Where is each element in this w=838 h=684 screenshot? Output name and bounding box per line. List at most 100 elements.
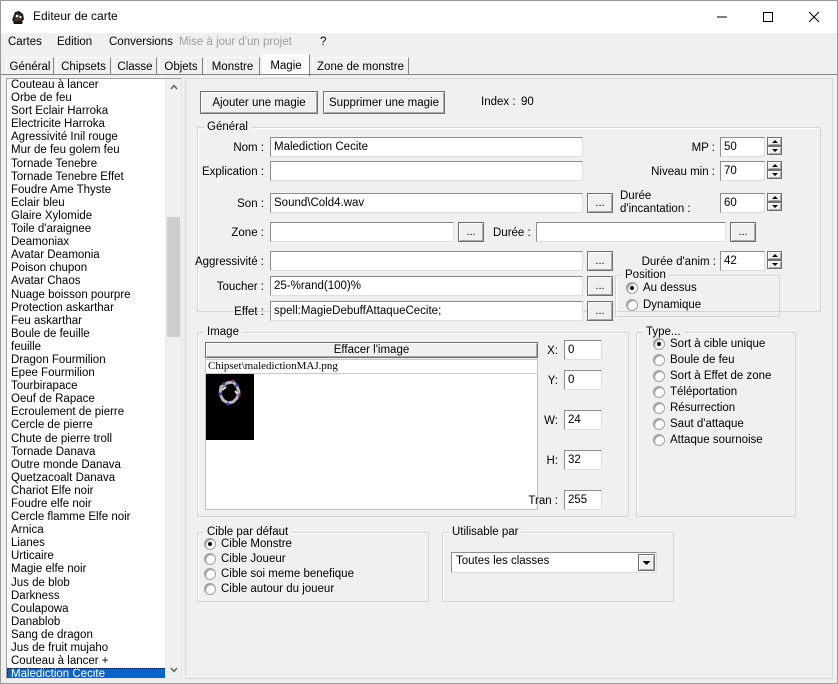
niveau-min-spin-down-icon[interactable] — [767, 170, 782, 179]
type-option-boule-de-feu[interactable]: Boule de feu — [653, 354, 735, 366]
clear-image-button[interactable]: Effacer l'image — [205, 342, 538, 358]
duree-input[interactable] — [536, 222, 726, 242]
image-x-input[interactable]: 0 — [564, 340, 602, 360]
niveau-min-input[interactable]: 70 — [720, 161, 765, 181]
duree-anim-spinner[interactable] — [767, 251, 782, 270]
effet-browse-button[interactable]: ... — [587, 301, 613, 321]
maximize-icon[interactable] — [745, 1, 791, 33]
menu-item-conversions[interactable]: Conversions — [109, 36, 173, 48]
niveau-min-spinner[interactable] — [767, 161, 782, 180]
mp-input[interactable]: 50 — [720, 137, 765, 157]
list-item[interactable]: Lianes — [7, 537, 167, 550]
spell-list-items[interactable]: Couteau à lancerOrbe de feuSort Eclair H… — [7, 79, 167, 678]
list-item[interactable]: Protection askarthar — [7, 302, 167, 315]
spell-listbox[interactable]: Couteau à lancerOrbe de feuSort Eclair H… — [6, 78, 182, 679]
minimize-icon[interactable] — [699, 1, 745, 33]
niveau-min-spin-up-icon[interactable] — [767, 161, 782, 170]
duree-incantation-spin-up-icon[interactable] — [767, 193, 782, 202]
list-item[interactable]: Chute de pierre troll — [7, 433, 167, 446]
list-item[interactable]: Avatar Chaos — [7, 275, 167, 288]
list-item[interactable]: Jus de blob — [7, 577, 167, 590]
list-item[interactable]: Dragon Fourmilion — [7, 354, 167, 367]
list-item[interactable]: Oeuf de Rapace — [7, 393, 167, 406]
list-item[interactable]: Mur de feu golem feu — [7, 144, 167, 157]
mp-spin-up-icon[interactable] — [767, 137, 782, 146]
list-item[interactable]: feuille — [7, 341, 167, 354]
list-item[interactable]: Epee Fourmilion — [7, 367, 167, 380]
cible-option-cible-soi-meme-benefique[interactable]: Cible soi meme benefique — [204, 568, 354, 580]
son-browse-button[interactable]: ... — [587, 193, 613, 213]
duree-anim-spin-down-icon[interactable] — [767, 260, 782, 269]
list-item[interactable]: Arnica — [7, 524, 167, 537]
type-option-saut-d-attaque[interactable]: Saut d'attaque — [653, 418, 744, 430]
tab-zone-de-monstre[interactable]: Zone de monstre — [312, 57, 409, 75]
list-item[interactable]: Danablob — [7, 616, 167, 629]
scroll-up-icon[interactable] — [166, 79, 181, 95]
list-item[interactable]: Deamoniax — [7, 236, 167, 249]
image-tran-input[interactable]: 255 — [564, 490, 602, 510]
zone-input[interactable] — [270, 222, 454, 242]
duree-incantation-input[interactable]: 60 — [720, 193, 765, 213]
list-item[interactable]: Urticaire — [7, 550, 167, 563]
image-h-input[interactable]: 32 — [564, 450, 602, 470]
list-item[interactable]: Poison chupon — [7, 262, 167, 275]
mp-spin-down-icon[interactable] — [767, 146, 782, 155]
son-input[interactable]: Sound\Cold4.wav — [270, 193, 583, 213]
type-option-sort-a-effet-de-zone[interactable]: Sort à Effet de zone — [653, 370, 771, 382]
list-item[interactable]: Agressivité Inil rouge — [7, 131, 167, 144]
tab-objets[interactable]: Objets — [159, 57, 203, 75]
list-item[interactable]: Magie elfe noir — [7, 563, 167, 576]
delete-spell-button[interactable]: Supprimer une magie — [323, 91, 445, 114]
toucher-browse-button[interactable]: ... — [587, 276, 613, 296]
spell-list-scrollbar[interactable] — [165, 79, 181, 678]
list-item[interactable]: Tornade Tenebre Effet — [7, 171, 167, 184]
scrollbar-thumb[interactable] — [167, 217, 180, 337]
tab-general[interactable]: Général — [6, 57, 54, 75]
type-option-teleportation[interactable]: Téléportation — [653, 386, 737, 398]
tab-magie[interactable]: Magie — [262, 54, 310, 76]
list-item[interactable]: Outre monde Danava — [7, 459, 167, 472]
scroll-down-icon[interactable] — [166, 662, 181, 678]
list-item[interactable]: Coulapowa — [7, 603, 167, 616]
type-option-resurrection[interactable]: Résurrection — [653, 402, 735, 414]
toucher-input[interactable]: 25-%rand(100)% — [270, 276, 583, 296]
list-item[interactable]: Eclair bleu — [7, 197, 167, 210]
list-item[interactable]: Tourbirapace — [7, 380, 167, 393]
cible-option-cible-autour-du-joueur[interactable]: Cible autour du joueur — [204, 583, 334, 595]
close-icon[interactable] — [791, 1, 837, 33]
zone-browse-button[interactable]: ... — [458, 222, 484, 242]
menu-item-cartes[interactable]: Cartes — [8, 36, 42, 48]
add-spell-button[interactable]: Ajouter une magie — [200, 91, 318, 114]
list-item[interactable]: Couteau à lancer + — [7, 655, 167, 668]
tab-classe[interactable]: Classe — [113, 57, 157, 75]
duree-anim-spin-up-icon[interactable] — [767, 251, 782, 260]
tab-chipsets[interactable]: Chipsets — [56, 57, 111, 75]
image-y-input[interactable]: 0 — [564, 370, 602, 390]
image-w-input[interactable]: 24 — [564, 410, 602, 430]
explication-input[interactable] — [270, 161, 583, 181]
list-item[interactable]: Avatar Deamonia — [7, 249, 167, 262]
position-option-dynamique[interactable]: Dynamique — [626, 299, 701, 311]
duree-incantation-spinner[interactable] — [767, 193, 782, 212]
list-item[interactable]: Feu askarthar — [7, 315, 167, 328]
chevron-down-icon[interactable] — [638, 554, 655, 571]
list-item[interactable]: Tornade Danava — [7, 446, 167, 459]
list-item[interactable]: Foudre Ame Thyste — [7, 184, 167, 197]
list-item[interactable]: Quetzacoalt Danava — [7, 472, 167, 485]
cible-option-cible-monstre[interactable]: Cible Monstre — [204, 538, 292, 550]
list-item[interactable]: Nuage boisson pourpre — [7, 289, 167, 302]
list-item[interactable]: Glaire Xylomide — [7, 210, 167, 223]
list-item[interactable]: Sort Eclair Harroka — [7, 105, 167, 118]
list-item[interactable]: Orbe de feu — [7, 92, 167, 105]
type-option-attaque-sournoise[interactable]: Attaque sournoise — [653, 434, 763, 446]
image-preview-canvas[interactable] — [205, 374, 538, 510]
list-item[interactable]: Sang de dragon — [7, 629, 167, 642]
type-option-sort-a-cible-unique[interactable]: Sort à cible unique — [653, 338, 765, 350]
mp-spinner[interactable] — [767, 137, 782, 156]
list-item[interactable]: Couteau à lancer — [7, 79, 167, 92]
list-item[interactable]: Darkness — [7, 590, 167, 603]
list-item[interactable]: Jus de fruit mujaho — [7, 642, 167, 655]
effet-input[interactable]: spell:MagieDebuffAttaqueCecite; — [270, 301, 583, 321]
duree-incantation-spin-down-icon[interactable] — [767, 202, 782, 211]
list-item[interactable]: Electricite Harroka — [7, 118, 167, 131]
